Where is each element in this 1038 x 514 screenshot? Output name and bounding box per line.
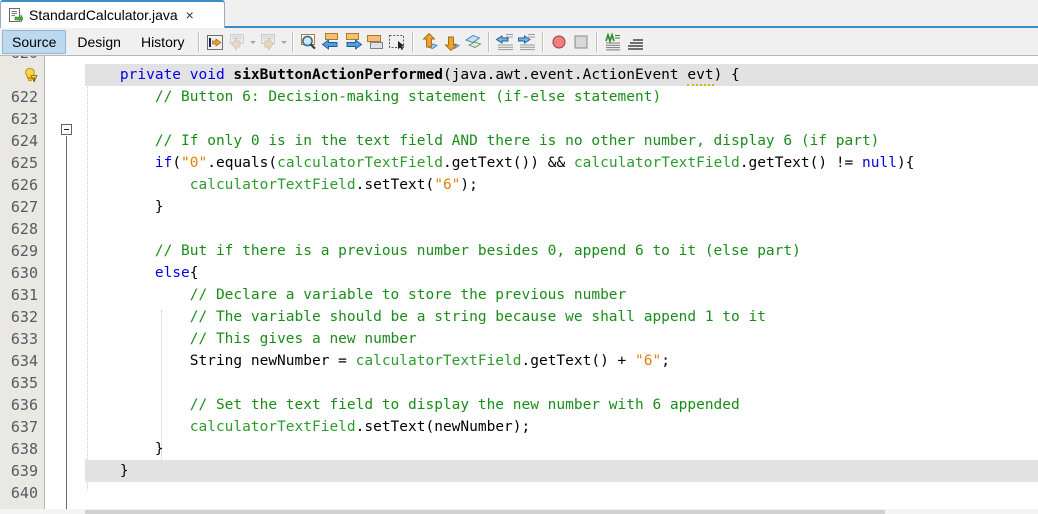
back-dropdown-icon[interactable] (248, 31, 257, 53)
toggle-rectangular-selection-icon[interactable] (386, 31, 408, 53)
tab-design-label: Design (77, 33, 121, 50)
tab-source-label: Source (12, 33, 57, 50)
code-line[interactable]: // This gives a new number (85, 328, 417, 350)
warning-bulb-icon[interactable] (22, 67, 38, 83)
back-navigation-icon[interactable] (226, 31, 248, 53)
code-line[interactable]: // The variable should be a string becau… (85, 306, 766, 328)
line-number: 628 (10, 220, 38, 238)
shift-line-left-icon[interactable] (494, 31, 516, 53)
tab-history-label: History (140, 33, 185, 50)
line-number: 623 (10, 110, 38, 128)
code-line[interactable]: calculatorTextField.setText("6"); (85, 174, 478, 196)
toolbar-separator (411, 31, 414, 52)
line-number: 629 (10, 242, 38, 260)
forward-navigation-icon[interactable] (257, 31, 279, 53)
code-line[interactable]: String newNumber = calculatorTextField.g… (85, 350, 670, 372)
line-number: 634 (10, 352, 38, 370)
code-line[interactable]: } (85, 438, 164, 460)
toolbar-separator (197, 31, 200, 52)
code-line[interactable]: // Button 6: Decision-making statement (… (85, 86, 661, 108)
toggle-highlight-icon[interactable] (364, 31, 386, 53)
next-bookmark-icon[interactable] (440, 31, 462, 53)
code-text-area[interactable]: private void sixButtonActionPerformed(ja… (85, 56, 1038, 514)
stop-macro-recording-icon[interactable] (570, 31, 592, 53)
java-file-icon (9, 7, 24, 23)
code-line[interactable]: // Set the text field to display the new… (85, 394, 740, 416)
previous-bookmark-icon[interactable] (418, 31, 440, 53)
find-selection-icon[interactable] (298, 31, 320, 53)
forward-dropdown-icon[interactable] (279, 31, 288, 53)
code-line[interactable]: } (85, 196, 164, 218)
line-number: 637 (10, 418, 38, 436)
uncomment-icon[interactable] (624, 31, 646, 53)
code-line[interactable]: private void sixButtonActionPerformed(ja… (85, 64, 740, 86)
code-line[interactable]: // Declare a variable to store the previ… (85, 284, 627, 306)
tab-history[interactable]: History (132, 31, 194, 53)
line-number: 627 (10, 198, 38, 216)
line-number-gutter[interactable]: 620 622 623 624 625 626 627 628 629 630 631 632 633 6… (0, 56, 45, 514)
last-edit-position-icon[interactable] (204, 31, 226, 53)
editor-tab-standardcalculator[interactable]: StandardCalculator.java × (0, 0, 225, 28)
editor-toolbar: Source Design History (0, 28, 1038, 56)
shift-line-right-icon[interactable] (516, 31, 538, 53)
line-number: 636 (10, 396, 38, 414)
editor-tab-title: StandardCalculator.java (29, 7, 178, 23)
line-number: 638 (10, 440, 38, 458)
horizontal-scrollbar-thumb[interactable] (85, 510, 885, 514)
line-number: 624 (10, 132, 38, 150)
toolbar-separator (487, 31, 490, 52)
code-line[interactable]: // If only 0 is in the text field AND th… (85, 130, 880, 152)
line-number: 625 (10, 154, 38, 172)
find-previous-icon[interactable] (320, 31, 342, 53)
line-number: 620 (11, 56, 38, 64)
code-editor[interactable]: 620 622 623 624 625 626 627 628 629 630 631 632 633 6… (0, 56, 1038, 514)
line-number: 632 (10, 308, 38, 326)
line-number: 622 (10, 88, 38, 106)
fold-bracket-line (66, 136, 67, 514)
find-next-icon[interactable] (342, 31, 364, 53)
highlighted-line (85, 460, 1038, 482)
code-line[interactable]: if("0".equals(calculatorTextField.getTex… (85, 152, 915, 174)
comment-icon[interactable] (602, 31, 624, 53)
tab-source[interactable]: Source (2, 29, 67, 54)
line-number: 640 (10, 484, 38, 502)
line-number: 639 (10, 462, 38, 480)
line-number: 630 (10, 264, 38, 282)
fold-collapse-box[interactable] (61, 124, 72, 135)
code-fold-bar[interactable] (45, 56, 85, 514)
line-number: 633 (10, 330, 38, 348)
code-line[interactable]: else{ (85, 262, 199, 284)
code-line[interactable]: // But if there is a previous number bes… (85, 240, 801, 262)
close-icon[interactable]: × (184, 8, 196, 22)
toggle-bookmark-icon[interactable] (462, 31, 484, 53)
start-macro-recording-icon[interactable] (548, 31, 570, 53)
toolbar-separator (595, 31, 598, 52)
line-number: 626 (10, 176, 38, 194)
tab-design[interactable]: Design (68, 31, 130, 53)
line-number: 631 (10, 286, 38, 304)
code-line[interactable]: } (85, 460, 129, 482)
toolbar-separator (291, 31, 294, 52)
toolbar-separator (541, 31, 544, 52)
horizontal-scrollbar[interactable] (0, 509, 1038, 514)
line-number: 635 (10, 374, 38, 392)
editor-tab-bar: StandardCalculator.java × (0, 0, 1038, 28)
code-line[interactable]: calculatorTextField.setText(newNumber); (85, 416, 530, 438)
